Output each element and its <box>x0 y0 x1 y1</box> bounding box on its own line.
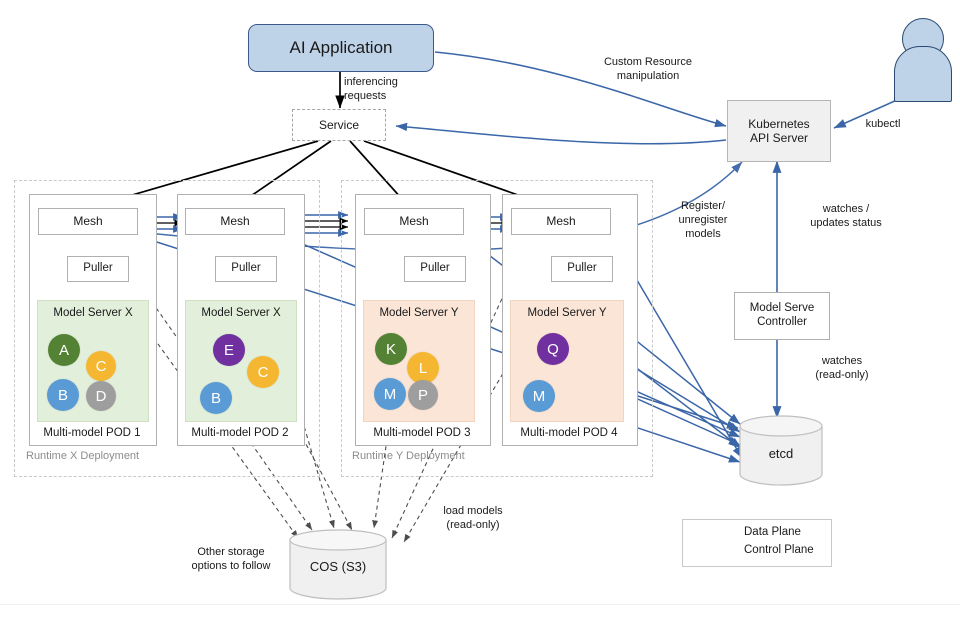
model-id-label: E <box>223 341 234 359</box>
kubernetes-api-server-box[interactable]: Kubernetes API Server <box>727 100 831 162</box>
load-models-label: load models (read-only) <box>443 505 503 531</box>
model-circle-m[interactable]: M <box>523 380 555 412</box>
legend-data-plane-label: Data Plane <box>744 526 801 538</box>
cos-label: COS (S3) <box>309 559 367 574</box>
cos-store[interactable]: COS (S3) <box>288 528 388 600</box>
model-circle-a[interactable]: A <box>48 334 80 366</box>
service-box[interactable]: Service <box>292 109 386 141</box>
model-circle-e[interactable]: E <box>213 334 245 366</box>
model-id-label: D <box>95 387 107 405</box>
pod-1-mesh[interactable]: Mesh <box>38 208 138 235</box>
puller-label: Puller <box>83 262 113 275</box>
pod-4-model-server[interactable]: Model Server Y Q M <box>510 300 624 422</box>
service-label: Service <box>318 117 359 132</box>
pod-1-model-server-label: Model Server X <box>53 307 133 319</box>
runtime-y-deployment-label: Runtime Y Deployment <box>352 450 465 462</box>
model-circle-p[interactable]: P <box>408 380 438 410</box>
puller-label: Puller <box>567 262 597 275</box>
model-id-label: B <box>210 389 221 407</box>
pod-4-mesh[interactable]: Mesh <box>511 208 611 235</box>
pod-3-label: Multi-model POD 3 <box>373 427 471 439</box>
ai-application-label: AI Application <box>289 37 393 57</box>
pod-4-puller[interactable]: Puller <box>551 256 613 282</box>
runtime-x-deployment-label: Runtime X Deployment <box>26 450 140 462</box>
pod-2-puller[interactable]: Puller <box>215 256 277 282</box>
pod-2-model-server-label: Model Server X <box>201 307 281 319</box>
puller-label: Puller <box>420 262 450 275</box>
bottom-divider <box>0 604 960 605</box>
mesh-label: Mesh <box>546 214 576 229</box>
model-circle-m[interactable]: M <box>374 378 406 410</box>
model-id-label: P <box>417 386 428 404</box>
pod-1-label: Multi-model POD 1 <box>43 427 141 439</box>
kubectl-label: kubectl <box>865 118 901 130</box>
model-id-label: A <box>58 341 69 359</box>
other-storage-label: Other storage options to follow <box>191 546 271 572</box>
ai-application-box[interactable]: AI Application <box>248 24 434 72</box>
pod-2-mesh[interactable]: Mesh <box>185 208 285 235</box>
model-id-label: L <box>418 359 428 377</box>
puller-label: Puller <box>231 262 261 275</box>
register-unregister-label: Register/ unregister models <box>678 200 728 240</box>
model-id-label: C <box>257 363 269 381</box>
pod-1-model-server[interactable]: Model Server X A C B D <box>37 300 149 422</box>
mesh-label: Mesh <box>399 214 429 229</box>
pod-3-model-server[interactable]: Model Server Y K L M P <box>363 300 475 422</box>
etcd-store[interactable]: etcd <box>738 414 824 486</box>
pod-3-mesh[interactable]: Mesh <box>364 208 464 235</box>
watches-readonly-label: watches (read-only) <box>815 355 869 381</box>
model-circle-c[interactable]: C <box>247 356 279 388</box>
mesh-label: Mesh <box>73 214 103 229</box>
model-id-label: K <box>385 340 396 358</box>
etcd-label: etcd <box>768 446 794 461</box>
diagram-canvas: AI Application inferencing requests Serv… <box>0 0 960 618</box>
model-circle-b[interactable]: B <box>200 382 232 414</box>
model-circle-c[interactable]: C <box>86 351 116 381</box>
pod-4-model-server-label: Model Server Y <box>527 307 607 319</box>
inferencing-requests-label: inferencing requests <box>344 76 398 102</box>
pod-3-model-server-label: Model Server Y <box>379 307 459 319</box>
model-id-label: Q <box>547 340 559 358</box>
model-id-label: M <box>383 385 397 403</box>
model-serve-controller-box[interactable]: Model Serve Controller <box>734 292 830 340</box>
model-id-label: B <box>57 386 68 404</box>
user-body-icon <box>894 46 952 102</box>
model-id-label: C <box>95 357 107 375</box>
model-id-label: M <box>532 387 546 405</box>
pod-1-puller[interactable]: Puller <box>67 256 129 282</box>
model-serve-controller-label: Model Serve Controller <box>749 302 815 328</box>
pod-2-model-server[interactable]: Model Server X E C B <box>185 300 297 422</box>
pod-2-label: Multi-model POD 2 <box>191 427 289 439</box>
custom-resource-label: Custom Resource manipulation <box>603 56 693 82</box>
pod-3-puller[interactable]: Puller <box>404 256 466 282</box>
model-circle-d[interactable]: D <box>86 381 116 411</box>
mesh-label: Mesh <box>220 214 250 229</box>
user-avatar <box>888 18 956 102</box>
legend-control-plane-label: Control Plane <box>744 544 814 556</box>
model-circle-q[interactable]: Q <box>537 333 569 365</box>
model-circle-b[interactable]: B <box>47 379 79 411</box>
kubernetes-api-server-label: Kubernetes API Server <box>748 116 810 145</box>
pod-4-label: Multi-model POD 4 <box>520 427 618 439</box>
watches-updates-label: watches / updates status <box>810 203 882 229</box>
model-circle-k[interactable]: K <box>375 333 407 365</box>
